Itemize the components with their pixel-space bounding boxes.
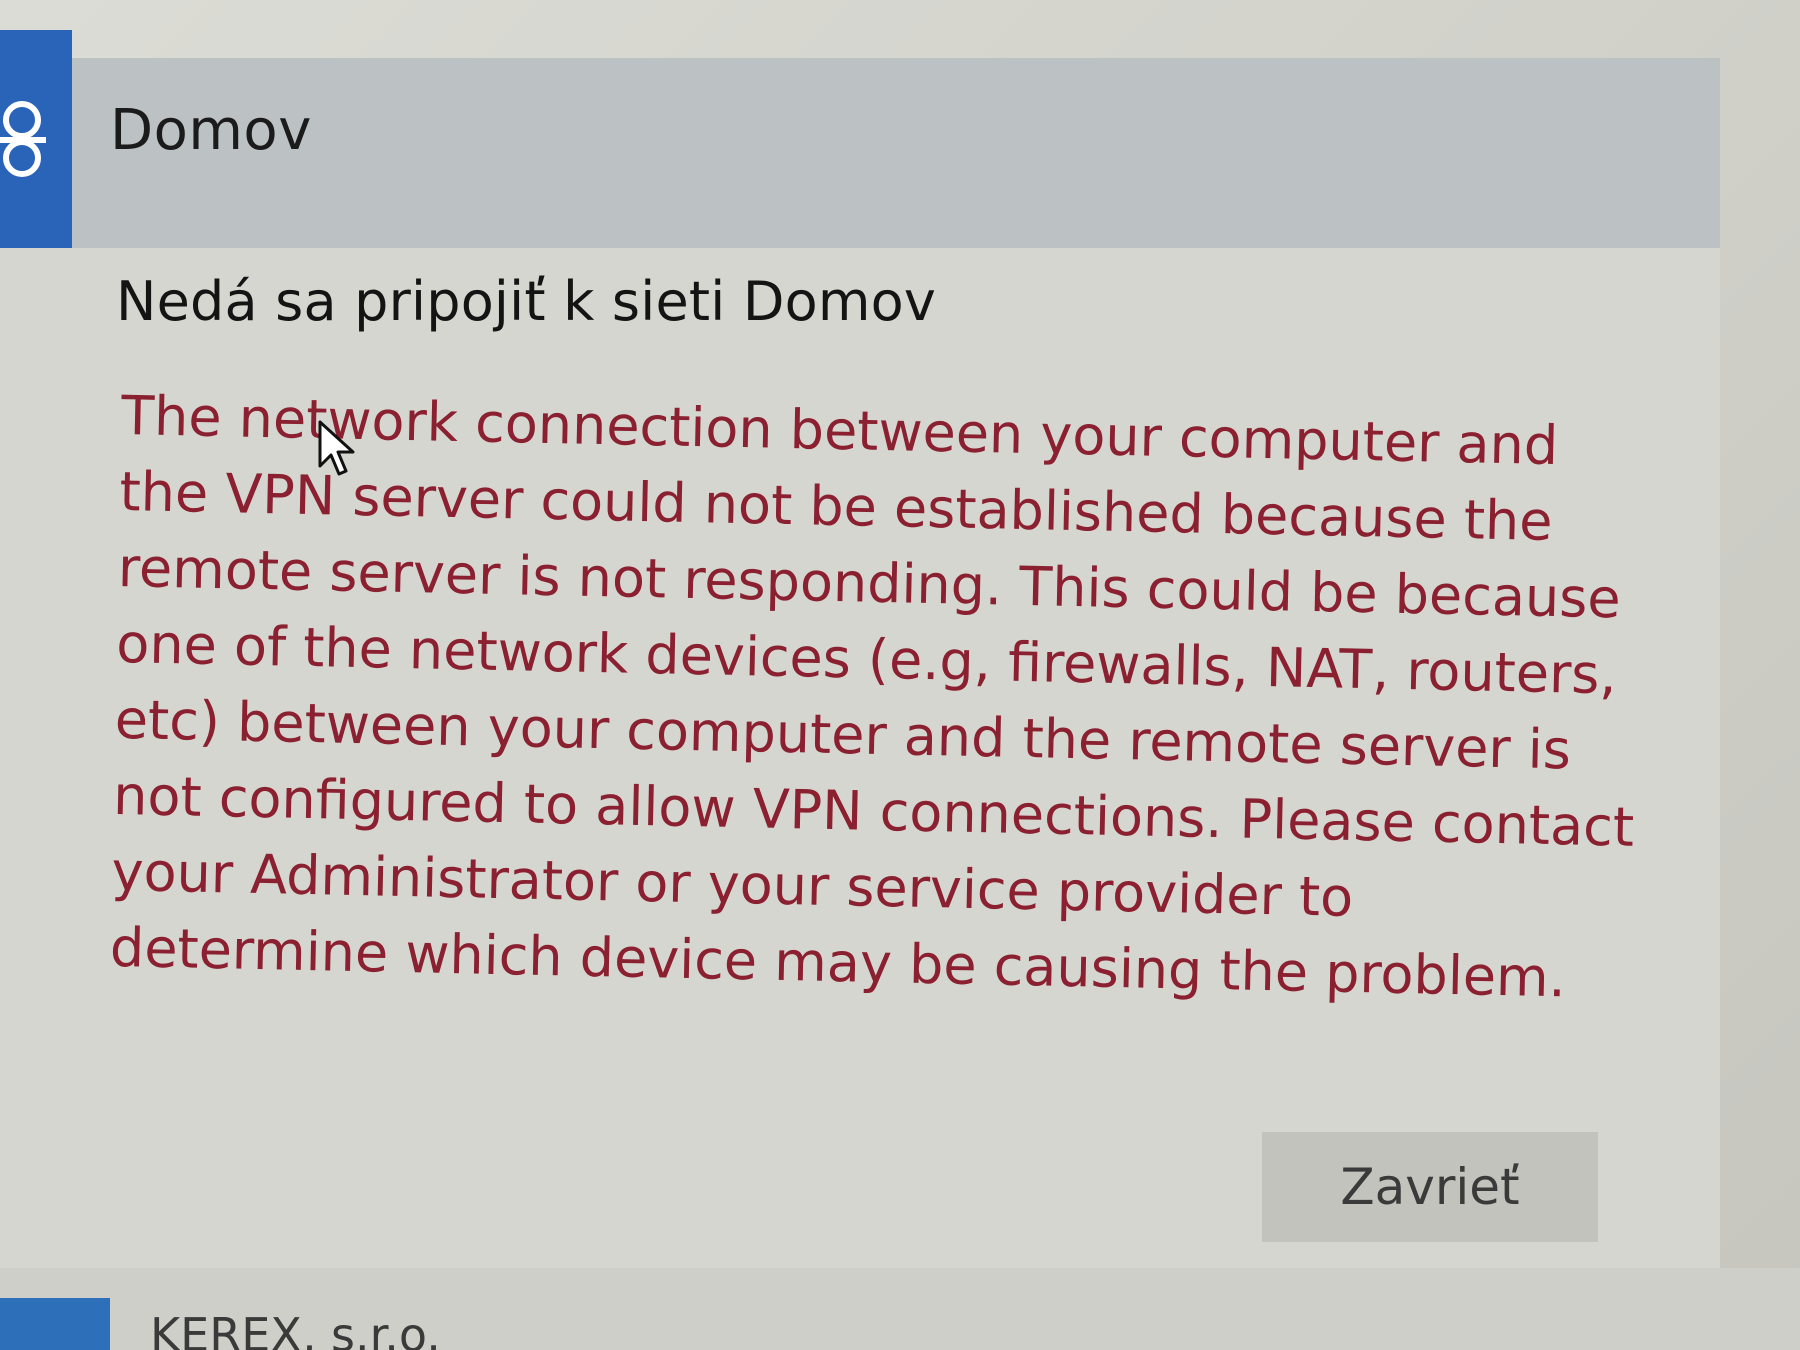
vpn-settings-screen: Domov Nedá sa pripojiť k sieti Domov The… — [0, 0, 1800, 1350]
close-button[interactable]: Zavrieť — [1262, 1132, 1598, 1242]
network-icon — [0, 1298, 110, 1350]
error-title: Nedá sa pripojiť k sieti Domov — [116, 270, 937, 333]
network-name: Domov — [110, 98, 312, 163]
vpn-icon — [0, 101, 46, 177]
network-icon-tile — [0, 30, 72, 252]
mouse-cursor-icon — [318, 420, 358, 484]
network-list-item-label: KEREX, s.r.o. — [150, 1308, 441, 1350]
